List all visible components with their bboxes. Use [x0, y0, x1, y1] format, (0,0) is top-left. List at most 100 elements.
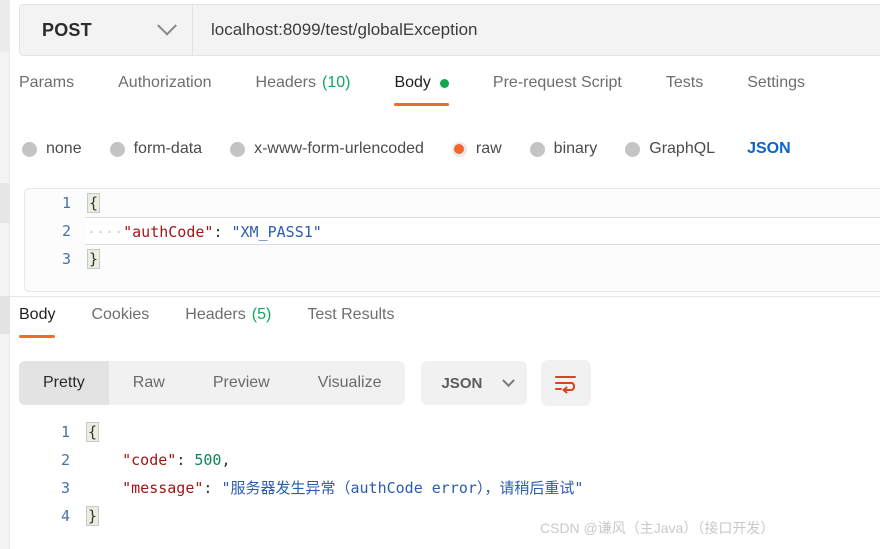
line-content: "code": 500, — [84, 446, 880, 474]
view-mode-raw[interactable]: Raw — [109, 361, 189, 405]
line-number: 1 — [60, 423, 70, 441]
tab-settings[interactable]: Settings — [747, 74, 805, 106]
close-brace: } — [86, 506, 100, 526]
response-tab-headers-label: Headers — [185, 306, 246, 323]
tab-params-label: Params — [19, 74, 75, 91]
response-tab-bar: Body Cookies Headers (5) Test Results — [19, 306, 880, 348]
radio-form-data[interactable]: form-data — [109, 140, 203, 158]
left-scroll-marker-top[interactable] — [0, 0, 10, 52]
line-number: 1 — [61, 194, 71, 212]
http-method-dropdown[interactable]: POST — [19, 4, 192, 56]
word-wrap-icon — [555, 376, 577, 394]
json-key: "message" — [122, 479, 204, 497]
response-tab-headers[interactable]: Headers (5) — [185, 306, 271, 338]
radio-binary[interactable]: binary — [529, 140, 598, 158]
left-scroll-marker-low[interactable] — [0, 296, 10, 334]
response-format-label: JSON — [441, 374, 483, 392]
view-mode-raw-label: Raw — [132, 374, 165, 391]
tab-pre-request-script-label: Pre-request Script — [492, 74, 622, 91]
tab-authorization[interactable]: Authorization — [118, 74, 211, 106]
response-code-line: 2 "code": 500, — [24, 446, 880, 474]
response-tab-cookies-label: Cookies — [91, 306, 150, 323]
json-colon: : — [176, 451, 195, 469]
tab-settings-label: Settings — [747, 74, 806, 91]
tab-body[interactable]: Body — [394, 74, 450, 106]
raw-format-dropdown[interactable]: JSON — [747, 140, 791, 158]
radio-none[interactable]: none — [22, 140, 82, 158]
radio-raw-label: raw — [475, 140, 502, 157]
radio-x-www-form-urlencoded-icon — [230, 141, 246, 157]
line-content: { — [84, 418, 880, 446]
line-number: 4 — [60, 507, 70, 525]
csdn-watermark: CSDN @谦风（主Java）（接口开发） — [540, 520, 775, 536]
response-tab-body[interactable]: Body — [19, 306, 56, 338]
radio-binary-label: binary — [553, 140, 598, 157]
radio-graphql-label: GraphQL — [649, 140, 716, 157]
body-type-radio-group: none form-data x-www-form-urlencoded raw… — [22, 132, 880, 166]
tab-authorization-label: Authorization — [118, 74, 212, 91]
request-code-line: 2 ····"authCode": "XM_PASS1" — [25, 217, 880, 245]
line-content: "message": "服务器发生异常（authCode error），请稍后重… — [84, 474, 880, 502]
response-tab-body-label: Body — [19, 306, 56, 323]
request-tab-bar: Params Authorization Headers (10) Body P… — [19, 74, 880, 120]
line-content: ····"authCode": "XM_PASS1" — [85, 217, 880, 245]
radio-graphql[interactable]: GraphQL — [625, 140, 715, 158]
line-number: 3 — [61, 250, 71, 268]
request-url-input[interactable]: localhost:8099/test/globalException — [192, 4, 880, 56]
tab-tests[interactable]: Tests — [666, 74, 703, 106]
json-colon: : — [203, 479, 222, 497]
response-code-line: 3 "message": "服务器发生异常（authCode error），请稍… — [24, 474, 880, 502]
tab-headers[interactable]: Headers (10) — [256, 74, 351, 106]
response-tab-cookies[interactable]: Cookies — [91, 306, 149, 338]
request-url-text: localhost:8099/test/globalException — [211, 20, 478, 39]
line-content: } — [85, 245, 880, 273]
json-key: "authCode" — [123, 223, 214, 241]
response-code-line: 1 { — [24, 418, 880, 446]
radio-binary-icon — [529, 141, 545, 157]
json-string-value: "XM_PASS1" — [231, 223, 322, 241]
tab-headers-label: Headers — [255, 74, 316, 91]
postman-window: POST localhost:8099/test/globalException… — [0, 0, 880, 549]
view-mode-preview-label: Preview — [212, 374, 270, 391]
view-mode-pretty[interactable]: Pretty — [19, 361, 109, 405]
response-tab-test-results[interactable]: Test Results — [307, 306, 394, 338]
json-string-value: "服务器发生异常（authCode error），请稍后重试" — [221, 479, 584, 497]
word-wrap-toggle-button[interactable] — [541, 360, 592, 406]
json-colon: : — [213, 223, 232, 241]
tab-body-label: Body — [394, 74, 431, 91]
line-number: 2 — [60, 451, 70, 469]
view-mode-visualize-label: Visualize — [317, 374, 382, 391]
request-response-divider — [10, 296, 880, 297]
radio-form-data-icon — [109, 141, 125, 157]
tab-pre-request-script[interactable]: Pre-request Script — [493, 74, 622, 106]
radio-raw[interactable]: raw — [451, 140, 502, 158]
left-scroll-marker-mid[interactable] — [0, 183, 10, 223]
radio-none-label: none — [46, 140, 82, 157]
view-mode-visualize[interactable]: Visualize — [294, 361, 406, 405]
open-brace: { — [87, 193, 101, 213]
tab-headers-count: (10) — [322, 74, 351, 91]
chevron-down-icon — [502, 373, 516, 387]
tab-tests-label: Tests — [665, 74, 704, 91]
request-body-editor[interactable]: 1 { 2 ····"authCode": "XM_PASS1" 3 } — [24, 188, 880, 292]
radio-x-www-form-urlencoded[interactable]: x-www-form-urlencoded — [230, 140, 424, 158]
response-view-toolbar: Pretty Raw Preview Visualize JSON — [19, 358, 880, 408]
radio-graphql-icon — [625, 141, 641, 157]
tab-params[interactable]: Params — [19, 74, 74, 106]
request-url-row: POST localhost:8099/test/globalException — [19, 4, 880, 56]
line-number: 3 — [60, 479, 70, 497]
response-format-dropdown[interactable]: JSON — [421, 361, 528, 405]
radio-x-www-form-urlencoded-label: x-www-form-urlencoded — [254, 140, 424, 157]
response-tab-headers-count: (5) — [251, 306, 272, 323]
http-method-label: POST — [42, 19, 92, 40]
json-key: "code" — [122, 451, 177, 469]
indent-guide: ···· — [87, 223, 124, 241]
close-brace: } — [87, 249, 101, 269]
view-mode-preview[interactable]: Preview — [189, 361, 294, 405]
body-has-content-dot-icon — [439, 78, 449, 88]
radio-form-data-label: form-data — [133, 140, 203, 157]
request-code-line: 3 } — [25, 245, 880, 273]
view-mode-pretty-label: Pretty — [43, 374, 85, 391]
open-brace: { — [86, 422, 100, 442]
radio-none-icon — [22, 141, 37, 157]
